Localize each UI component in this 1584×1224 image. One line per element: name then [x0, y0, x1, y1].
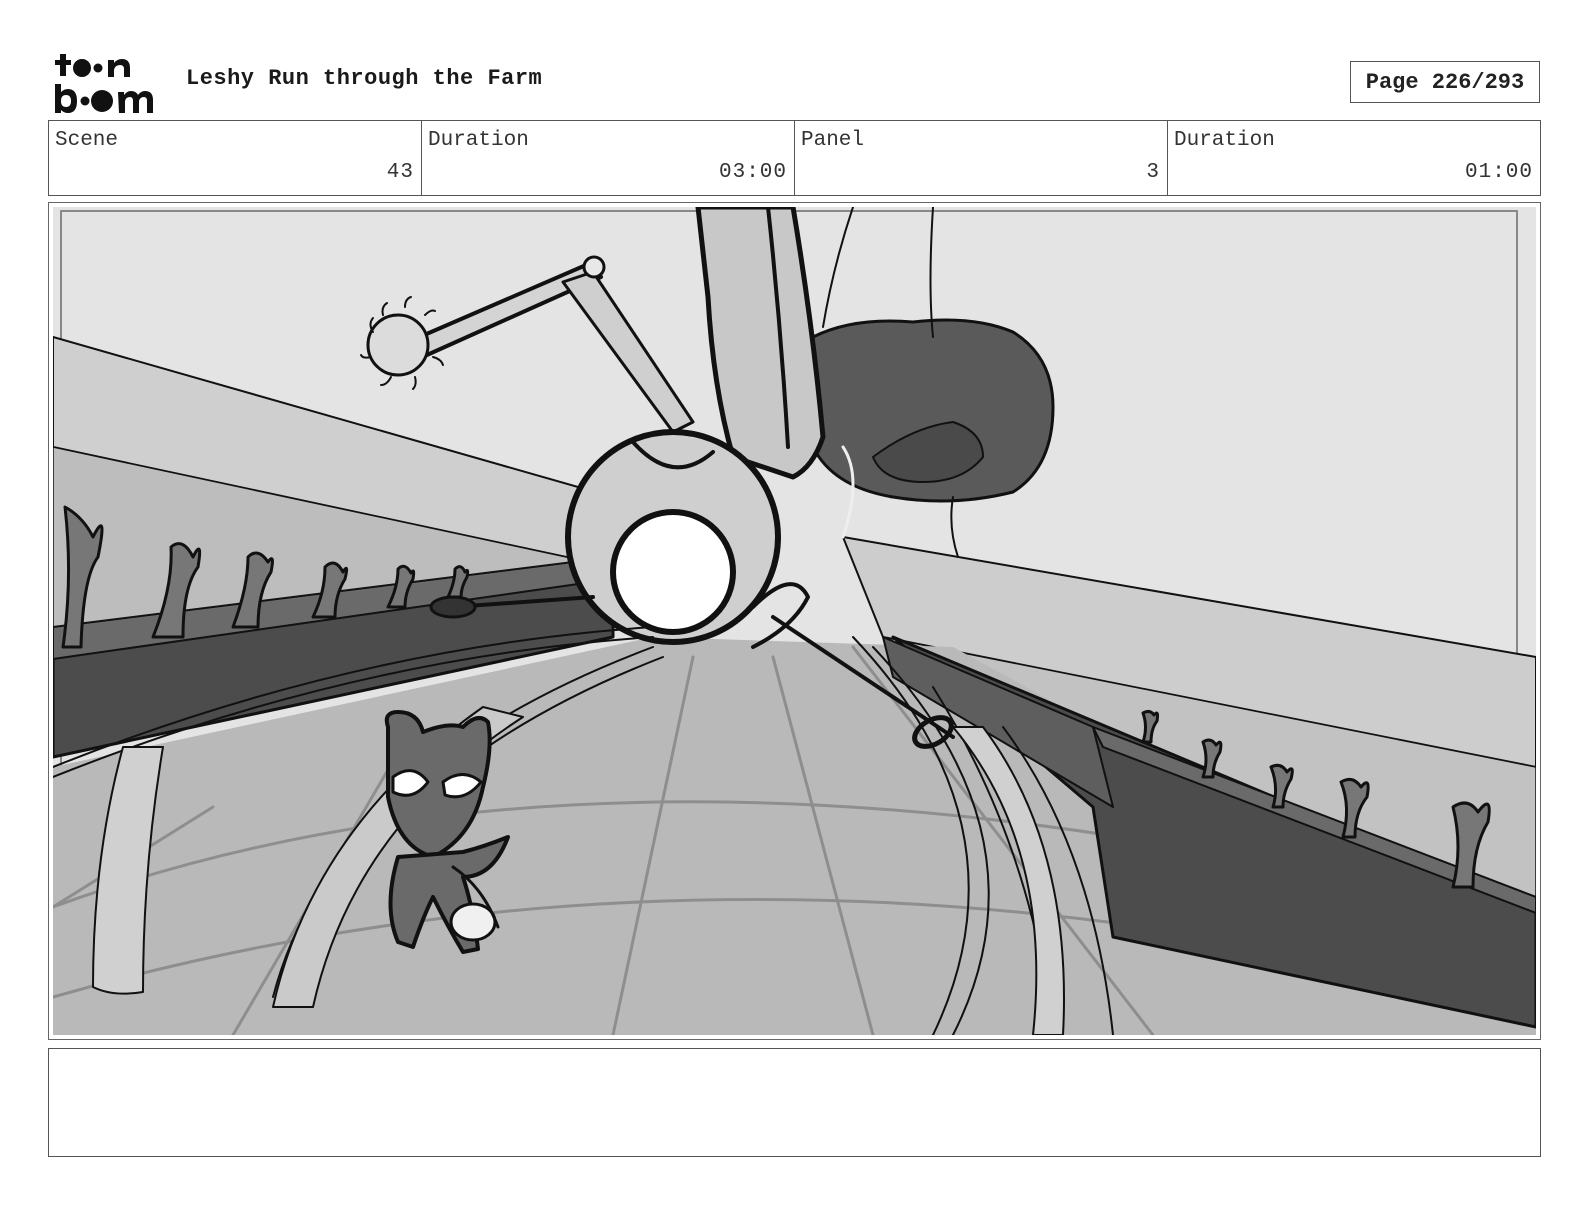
panel-label: Panel: [801, 129, 865, 152]
storyboard-page: Leshy Run through the Farm Page 226/293 …: [0, 0, 1584, 1224]
panel-value: 3: [1146, 161, 1160, 184]
panel-duration-cell: Duration 01:00: [1168, 121, 1540, 195]
panel-duration-value: 01:00: [1464, 161, 1533, 184]
project-title: Leshy Run through the Farm: [186, 66, 543, 91]
scene-duration-cell: Duration 03:00: [422, 121, 795, 195]
panel-frame: [48, 202, 1541, 1040]
robot-claw: [366, 313, 430, 377]
scene-duration-value: 03:00: [718, 161, 787, 184]
panel-duration-label: Duration: [1174, 129, 1275, 152]
panel-drawing: [53, 207, 1536, 1035]
toonboom-logo: [55, 54, 153, 113]
page-number: Page 226/293: [1350, 61, 1540, 103]
scene-info-bar: Scene 43 Duration 03:00 Panel 3 Duration…: [48, 120, 1541, 196]
notes-box: [48, 1048, 1541, 1157]
panel-cell: Panel 3: [795, 121, 1168, 195]
scene-duration-label: Duration: [428, 129, 529, 152]
scene-value: 43: [386, 161, 414, 184]
scene-cell: Scene 43: [49, 121, 422, 195]
scene-label: Scene: [55, 129, 119, 152]
robot-eye: [610, 509, 736, 635]
